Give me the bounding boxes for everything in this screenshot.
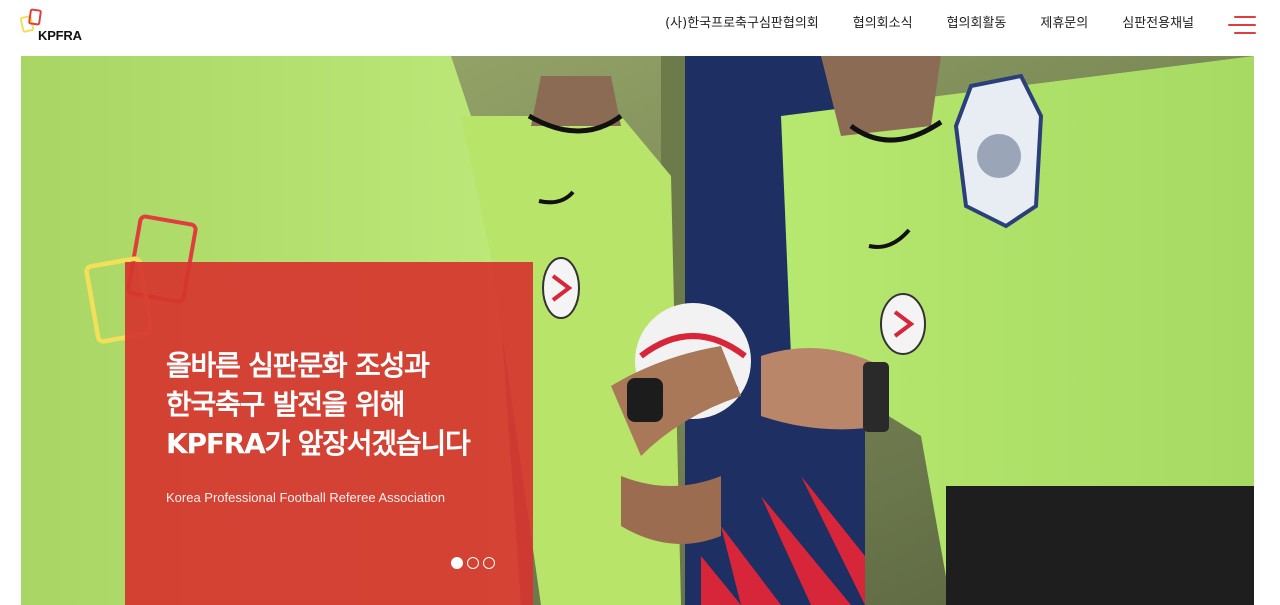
kpfra-logo[interactable]: KPFRA bbox=[18, 7, 98, 47]
hero-title-line-2: 한국축구 발전을 위해 bbox=[166, 388, 405, 421]
site-header: KPFRA (사)한국프로축구심판협의회 협의회소식 협의회활동 제휴문의 심판… bbox=[0, 0, 1280, 56]
hero-title-line-3: KPFRA가 앞장서겠습니다 bbox=[166, 427, 471, 460]
nav-item-association[interactable]: (사)한국프로축구심판협의회 bbox=[665, 15, 819, 33]
slider-dot-1[interactable] bbox=[451, 557, 463, 569]
slider-dot-2[interactable] bbox=[467, 557, 479, 569]
hero-title-line-1: 올바른 심판문화 조성과 bbox=[166, 349, 430, 382]
logo-text: KPFRA bbox=[38, 28, 82, 43]
hamburger-menu-icon[interactable] bbox=[1228, 14, 1256, 36]
hero-title: 올바른 심판문화 조성과 한국축구 발전을 위해 KPFRA가 앞장서겠습니다 bbox=[166, 346, 526, 463]
main-nav: (사)한국프로축구심판협의회 협의회소식 협의회활동 제휴문의 심판전용채널 bbox=[665, 15, 1194, 33]
nav-item-partnership[interactable]: 제휴문의 bbox=[1040, 15, 1088, 33]
slider-pagination bbox=[451, 557, 495, 569]
nav-item-referee-channel[interactable]: 심판전용채널 bbox=[1122, 15, 1194, 33]
nav-item-activities[interactable]: 협의회활동 bbox=[947, 15, 1007, 33]
hero-subtitle: Korea Professional Football Referee Asso… bbox=[166, 490, 445, 505]
nav-item-news[interactable]: 협의회소식 bbox=[853, 15, 913, 33]
slider-dot-3[interactable] bbox=[483, 557, 495, 569]
